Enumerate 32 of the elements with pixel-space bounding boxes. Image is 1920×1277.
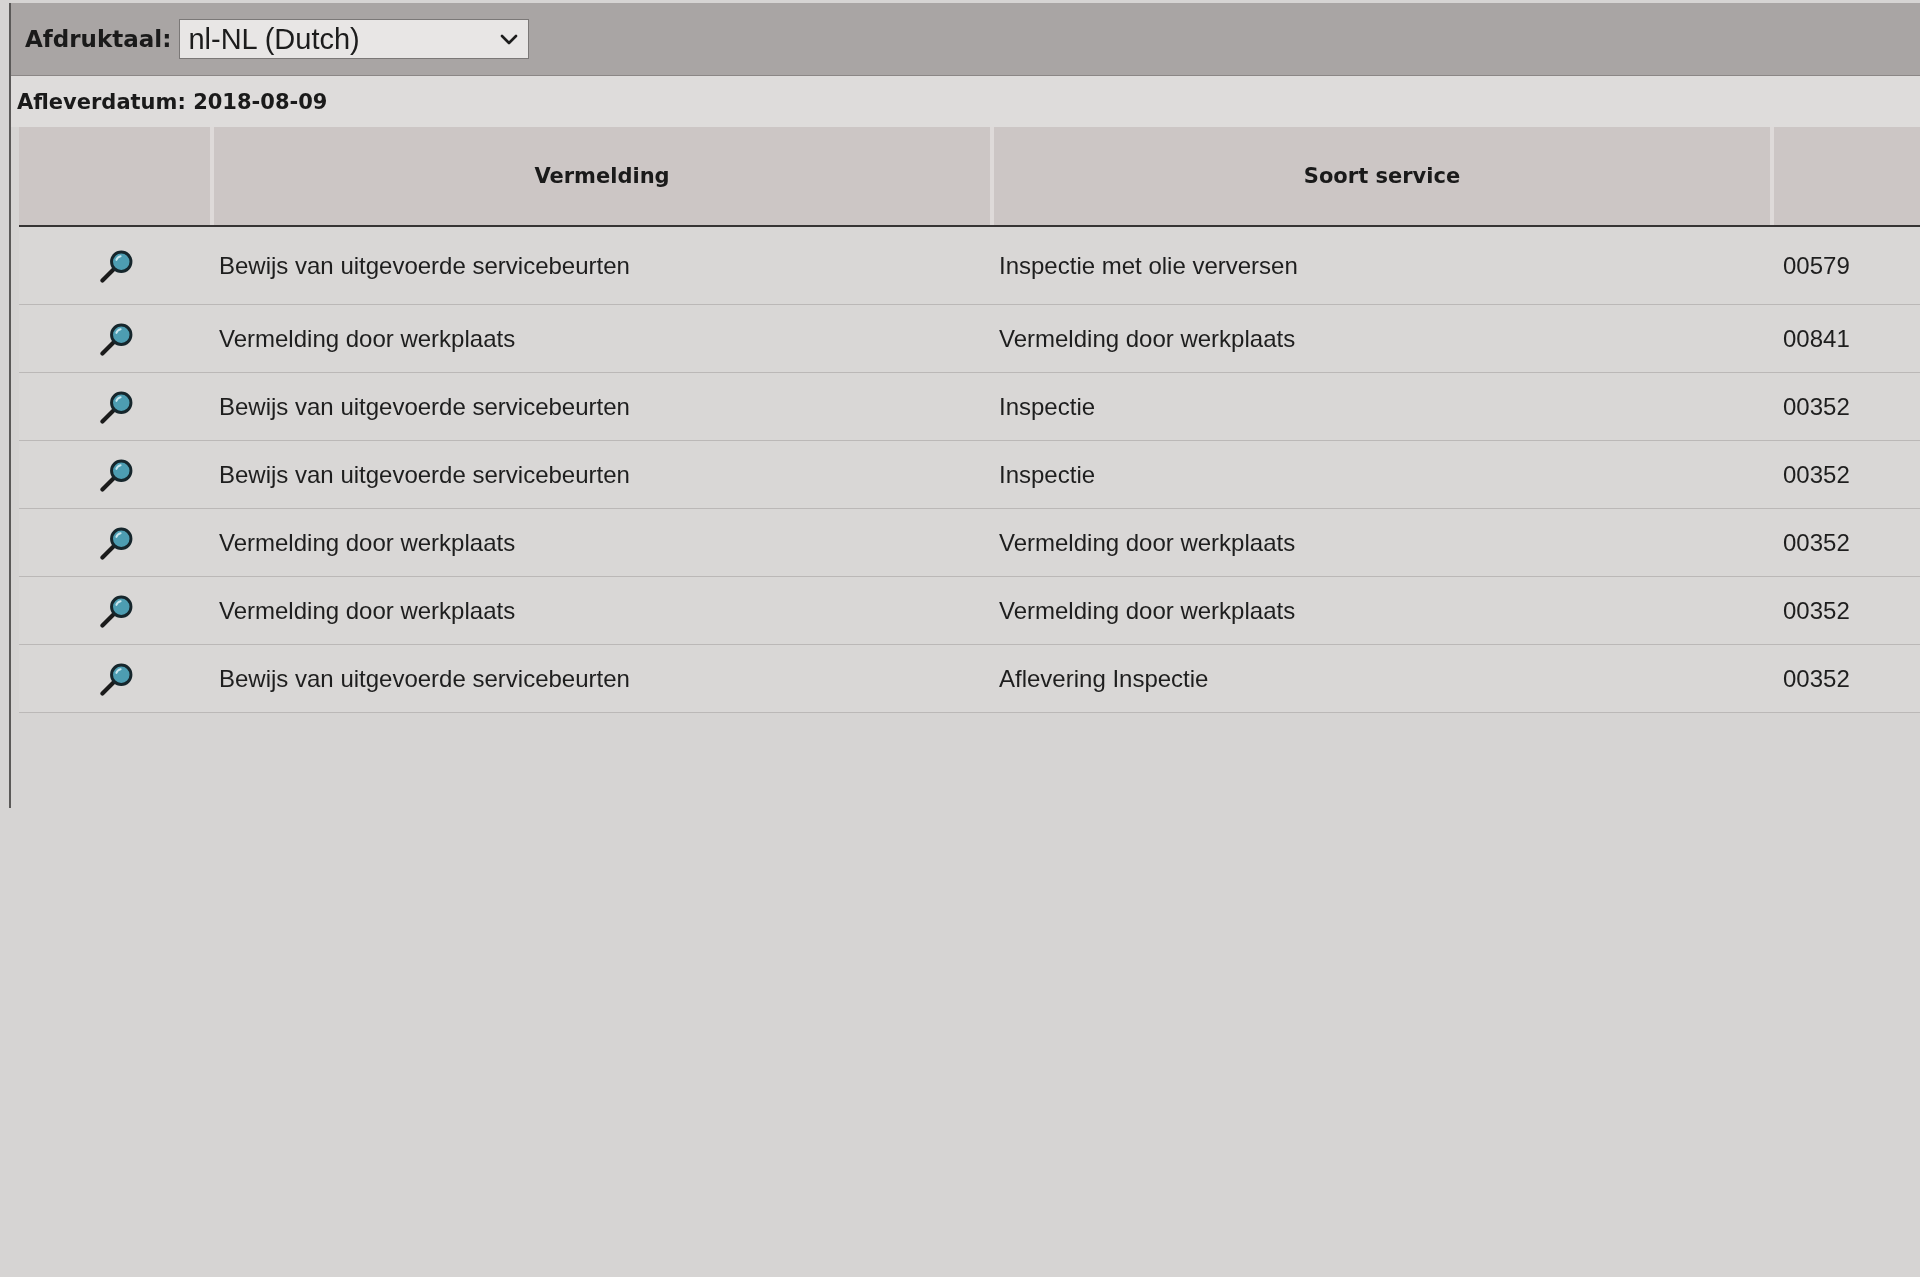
magnifier-icon[interactable] <box>99 321 134 356</box>
table-cell-text: 00579 <box>1782 250 1851 281</box>
table-cell-text: Bewijs van uitgevoerde servicebeurten <box>218 663 631 694</box>
language-select[interactable]: nl-NL (Dutch) <box>179 19 530 59</box>
table-cell-text: Inspectie <box>998 459 1097 490</box>
chevron-down-icon <box>500 33 519 45</box>
magnifier-icon[interactable] <box>99 248 134 283</box>
magnifier-icon[interactable] <box>99 457 134 492</box>
table-cell-text: Bewijs van uitgevoerde servicebeurten <box>218 391 631 422</box>
table-cell-text: Inspectie met olie verversen <box>998 250 1299 281</box>
magnifier-icon[interactable] <box>99 593 134 628</box>
table-cell-text: Bewijs van uitgevoerde servicebeurten <box>218 250 631 281</box>
table-cell-text: 00352 <box>1782 663 1851 694</box>
table-cell-text: Vermelding door werkplaats <box>998 527 1297 558</box>
table-cell-text: 00352 <box>1782 595 1851 626</box>
table-cell-text: Vermelding door werkplaats <box>218 595 517 626</box>
delivery-date: Afleverdatum: 2018-08-09 <box>16 89 328 114</box>
table-cell-text: Vermelding door werkplaats <box>998 323 1297 354</box>
table-cell-text: Vermelding door werkplaats <box>218 527 517 558</box>
table-cell-text: Vermelding door werkplaats <box>218 323 517 354</box>
table-cell-text: Inspectie <box>998 391 1097 422</box>
table-cell-text: 00841 <box>1782 323 1851 354</box>
table-cell-text: 00352 <box>1782 459 1851 490</box>
table-cell-text: 00352 <box>1782 527 1851 558</box>
language-label: Afdruktaal: <box>25 26 172 52</box>
table-cell-text: Aflevering Inspectie <box>998 663 1210 694</box>
table-cell-text: Vermelding door werkplaats <box>998 595 1297 626</box>
magnifier-icon[interactable] <box>99 389 134 424</box>
magnifier-icon[interactable] <box>99 661 134 696</box>
table-cell-text: 00352 <box>1782 391 1851 422</box>
magnifier-icon[interactable] <box>99 525 134 560</box>
table-cell-text: Bewijs van uitgevoerde servicebeurten <box>218 459 631 490</box>
